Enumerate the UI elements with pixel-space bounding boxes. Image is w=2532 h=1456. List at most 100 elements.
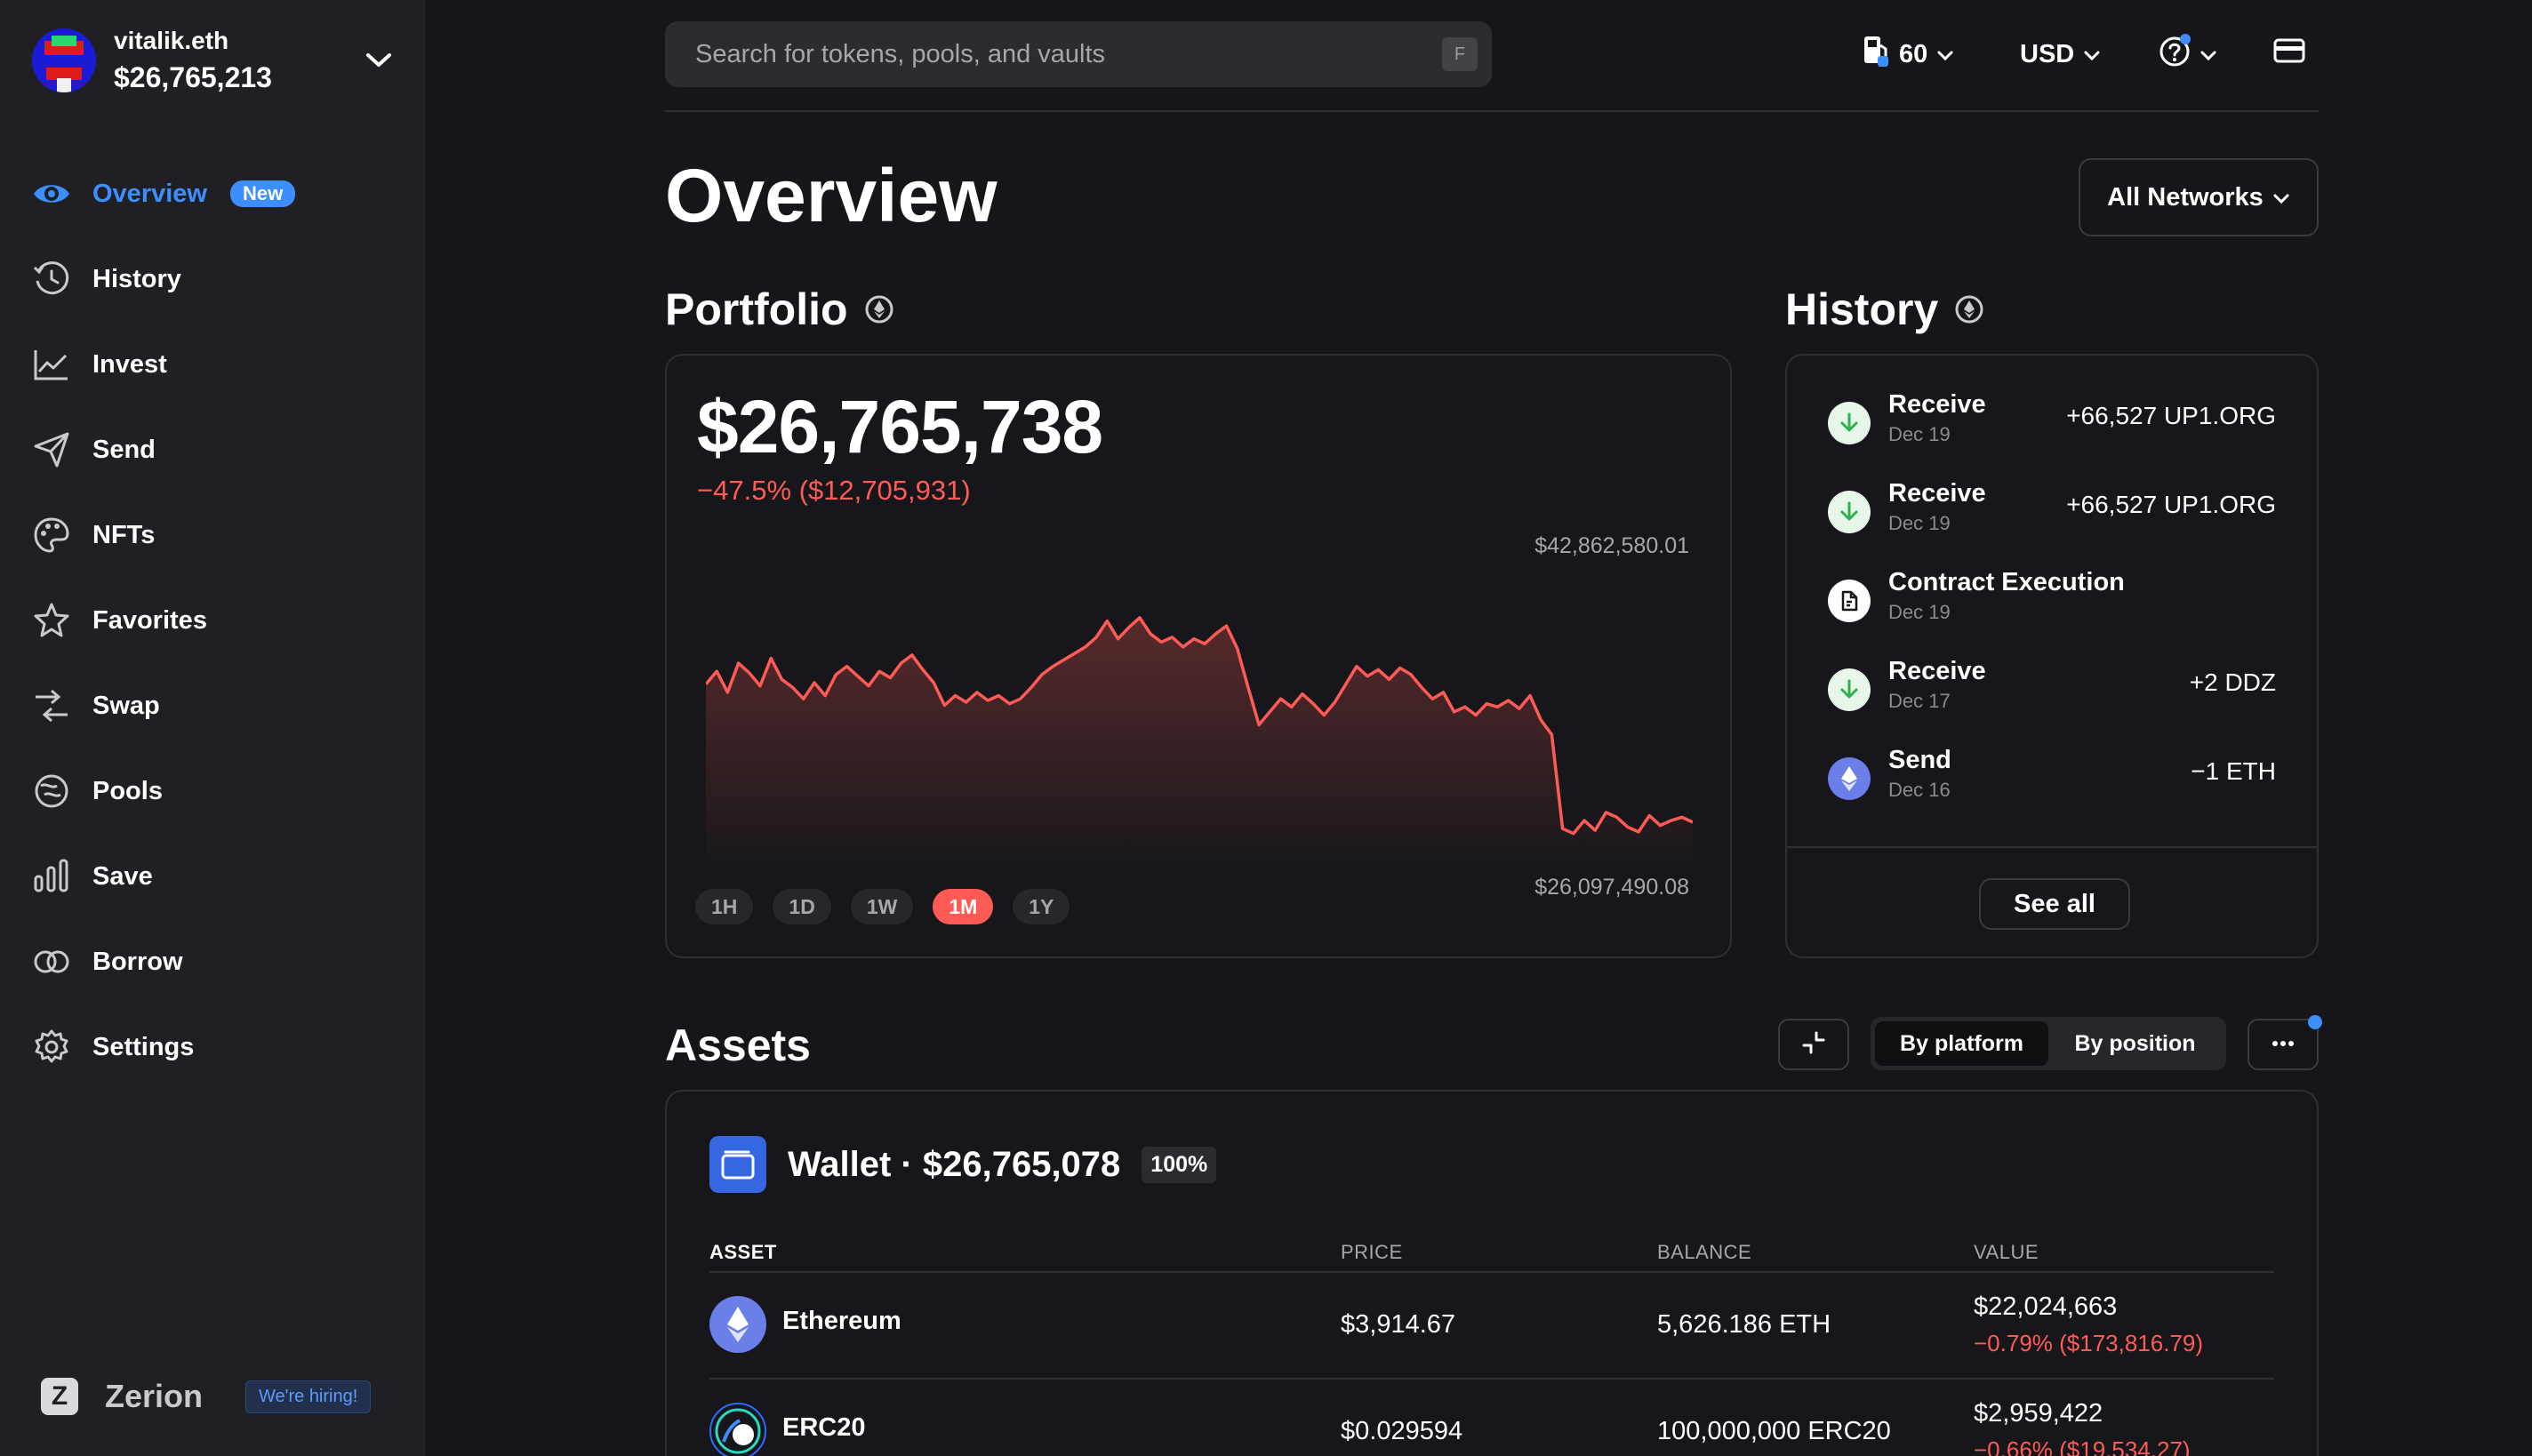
sidebar-item-label: Overview bbox=[92, 179, 207, 208]
range-1m[interactable]: 1M bbox=[933, 889, 994, 924]
sidebar-item-label: Send bbox=[92, 435, 156, 464]
portfolio-chart[interactable] bbox=[706, 551, 1693, 871]
search-input[interactable] bbox=[695, 39, 1424, 69]
erc20-icon bbox=[709, 1403, 766, 1456]
history-item-date: Dec 19 bbox=[1888, 601, 1951, 623]
account-switcher[interactable]: vitalik.eth $26,765,213 bbox=[32, 25, 397, 96]
history-item-amount: +2 DDZ bbox=[2189, 668, 2276, 696]
chevron-down-icon[interactable] bbox=[361, 43, 397, 78]
history-card: Receive Dec 19 +66,527 UP1.ORG Receive D… bbox=[1785, 354, 2319, 958]
star-icon bbox=[32, 601, 92, 640]
sidebar-item-label: Invest bbox=[92, 349, 167, 379]
avatar bbox=[32, 28, 96, 92]
asset-change: −0.79% ($173,816.79) bbox=[1974, 1330, 2204, 1356]
help-icon bbox=[2159, 34, 2192, 75]
tab-by-platform[interactable]: By platform bbox=[1875, 1021, 2048, 1066]
sidebar: vitalik.eth $26,765,213 Overview New His… bbox=[0, 0, 425, 1456]
borrow-icon bbox=[32, 942, 92, 981]
collapse-button[interactable] bbox=[1778, 1019, 1849, 1070]
chevron-down-icon bbox=[2199, 40, 2217, 69]
history-item[interactable]: Receive Dec 19 +66,527 UP1.ORG bbox=[1828, 388, 2276, 464]
asset-name: Ethereum bbox=[782, 1307, 901, 1335]
divider bbox=[1787, 846, 2317, 848]
sidebar-item-label: Borrow bbox=[92, 947, 183, 976]
history-item[interactable]: Receive Dec 19 +66,527 UP1.ORG bbox=[1828, 476, 2276, 553]
asset-name: ERC20 bbox=[782, 1413, 866, 1442]
chart-area bbox=[706, 617, 1693, 871]
networks-dropdown[interactable]: All Networks bbox=[2079, 158, 2319, 236]
asset-balance: 100,000,000 ERC20 bbox=[1657, 1417, 1891, 1445]
hiring-badge[interactable]: We're hiring! bbox=[245, 1380, 372, 1413]
sidebar-item-invest[interactable]: Invest bbox=[32, 322, 397, 407]
column-header-balance: BALANCE bbox=[1657, 1241, 1752, 1263]
wallet-card: Wallet · $26,765,078 100% ASSET PRICE BA… bbox=[665, 1090, 2319, 1456]
wallet-icon bbox=[709, 1136, 766, 1193]
chart-line-icon bbox=[32, 345, 92, 384]
sidebar-item-history[interactable]: History bbox=[32, 236, 397, 322]
notification-dot bbox=[2308, 1015, 2322, 1029]
chart-min-label: $26,097,490.08 bbox=[1534, 875, 1689, 900]
eye-icon bbox=[32, 174, 92, 213]
wallet-title: Wallet · $26,765,078 bbox=[788, 1144, 1121, 1184]
ethereum-icon bbox=[709, 1296, 766, 1353]
new-badge: New bbox=[229, 180, 296, 207]
palette-icon bbox=[32, 516, 92, 555]
gas-selector[interactable]: 60 bbox=[1862, 32, 1954, 76]
assets-view-toggle: By platform By position bbox=[1871, 1017, 2226, 1070]
sidebar-item-label: NFTs bbox=[92, 520, 156, 549]
sidebar-item-label: History bbox=[92, 264, 181, 293]
account-name: vitalik.eth bbox=[114, 27, 229, 54]
history-heading: History bbox=[1785, 283, 1984, 336]
sidebar-item-label: Favorites bbox=[92, 605, 207, 635]
networks-label: All Networks bbox=[2107, 182, 2264, 212]
send-icon bbox=[32, 430, 92, 469]
page-title: Overview bbox=[665, 154, 998, 237]
chevron-down-icon bbox=[1936, 40, 1954, 69]
sidebar-item-swap[interactable]: Swap bbox=[32, 663, 397, 748]
wallet-header: Wallet · $26,765,078 100% bbox=[709, 1136, 1217, 1193]
pools-icon bbox=[32, 772, 92, 811]
portfolio-value: $26,765,738 bbox=[697, 385, 1103, 468]
range-1d[interactable]: 1D bbox=[773, 889, 831, 924]
history-item-title: Send bbox=[1888, 746, 1951, 774]
history-item-title: Receive bbox=[1888, 479, 1986, 508]
sidebar-item-nfts[interactable]: NFTs bbox=[32, 492, 397, 578]
column-header-value: VALUE bbox=[1974, 1241, 2039, 1263]
gas-pump-icon bbox=[1862, 33, 1892, 76]
gas-value: 60 bbox=[1899, 39, 1928, 68]
more-options-button[interactable] bbox=[2248, 1015, 2322, 1070]
sidebar-item-pools[interactable]: Pools bbox=[32, 748, 397, 834]
ethereum-icon bbox=[864, 283, 894, 336]
sidebar-item-label: Save bbox=[92, 861, 153, 891]
sidebar-item-favorites[interactable]: Favorites bbox=[32, 578, 397, 663]
range-1y[interactable]: 1Y bbox=[1013, 889, 1070, 924]
history-item-date: Dec 19 bbox=[1888, 512, 1951, 534]
portfolio-change: −47.5% ($12,705,931) bbox=[697, 475, 971, 506]
search-bar[interactable]: F bbox=[665, 21, 1492, 87]
sidebar-nav: Overview New History Invest Send NFTs Fa… bbox=[32, 151, 397, 1090]
asset-balance: 5,626.186 ETH bbox=[1657, 1310, 1831, 1339]
sidebar-item-borrow[interactable]: Borrow bbox=[32, 919, 397, 1004]
chevron-down-icon bbox=[2083, 40, 2101, 69]
brand-name: Zerion bbox=[105, 1378, 204, 1414]
sidebar-item-overview[interactable]: Overview New bbox=[32, 151, 397, 236]
sidebar-item-settings[interactable]: Settings bbox=[32, 1004, 397, 1090]
history-item[interactable]: Receive Dec 17 +2 DDZ bbox=[1828, 654, 2276, 731]
history-item[interactable]: Contract Execution Dec 19 bbox=[1828, 565, 2276, 642]
sidebar-item-save[interactable]: Save bbox=[32, 834, 397, 919]
sidebar-item-send[interactable]: Send bbox=[32, 407, 397, 492]
card-button[interactable] bbox=[2272, 32, 2306, 76]
ethereum-icon bbox=[1828, 757, 1871, 800]
help-menu[interactable] bbox=[2159, 32, 2217, 76]
currency-value: USD bbox=[2020, 39, 2075, 68]
currency-selector[interactable]: USD bbox=[2020, 32, 2101, 76]
history-icon bbox=[32, 260, 92, 299]
time-range-selector: 1H 1D 1W 1M 1Y bbox=[695, 889, 1089, 924]
divider bbox=[709, 1271, 2274, 1273]
tab-by-position[interactable]: By position bbox=[2048, 1021, 2222, 1066]
history-item[interactable]: Send Dec 16 −1 ETH bbox=[1828, 743, 2276, 820]
range-1w[interactable]: 1W bbox=[850, 889, 914, 924]
see-all-button[interactable]: See all bbox=[1979, 878, 2130, 930]
range-1h[interactable]: 1H bbox=[695, 889, 754, 924]
history-item-amount: −1 ETH bbox=[2191, 757, 2276, 785]
